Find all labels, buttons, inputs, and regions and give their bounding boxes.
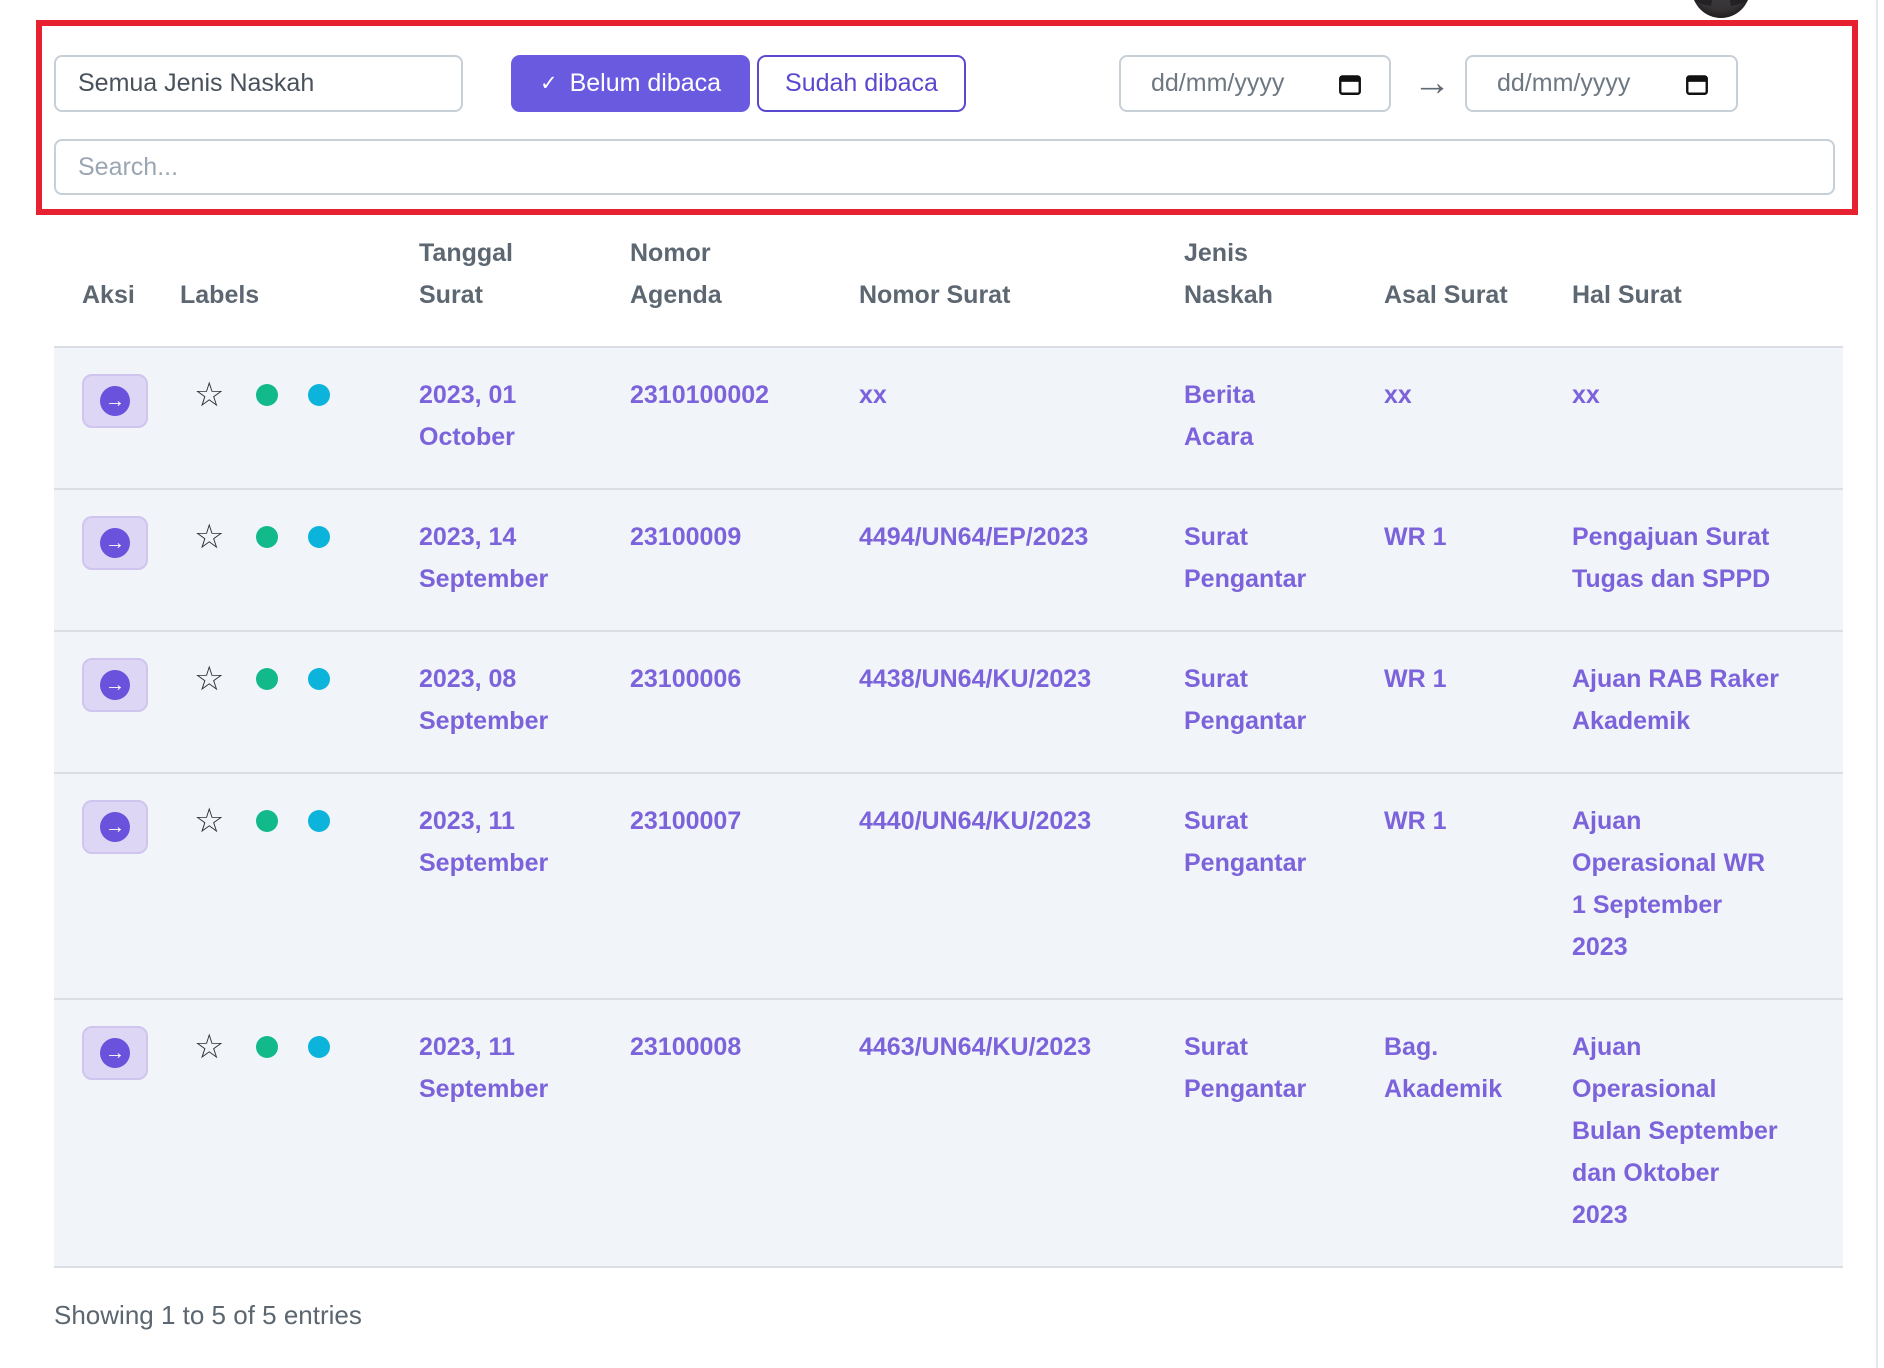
jenis-naskah-selected-value: Semua Jenis Naskah	[78, 69, 314, 98]
nomor-surat-cell: 4463/UN64/KU/2023	[831, 999, 1156, 1267]
nomor-surat-cell: 4438/UN64/KU/2023	[831, 631, 1156, 773]
star-icon[interactable]: ☆	[194, 1030, 224, 1064]
avatar-suit-left	[1692, 0, 1721, 6]
col-header-jenis-naskah: Jenis Naskah	[1156, 215, 1356, 347]
nomor-agenda-cell: 2310100002	[602, 347, 831, 489]
jenis-naskah-select[interactable]: Semua Jenis Naskah	[54, 55, 463, 112]
table-header-row: Aksi Labels Tanggal Surat Nomor Agenda N…	[54, 215, 1843, 347]
asal-surat-cell: Bag. Akademik	[1356, 999, 1544, 1267]
date-to-placeholder: dd/mm/yyyy	[1497, 69, 1630, 98]
col-header-nomor-agenda: Nomor Agenda	[602, 215, 831, 347]
calendar-icon[interactable]	[1337, 71, 1363, 97]
belum-dibaca-button[interactable]: ✓ Belum dibaca	[511, 55, 750, 112]
nomor-surat-cell: 4494/UN64/EP/2023	[831, 489, 1156, 631]
label-dot-cyan-icon	[308, 668, 330, 690]
open-detail-button[interactable]: →	[82, 658, 148, 712]
star-icon[interactable]: ☆	[194, 662, 224, 696]
jenis-naskah-cell: Surat Pengantar	[1156, 631, 1356, 773]
nomor-surat-cell: 4440/UN64/KU/2023	[831, 773, 1156, 999]
open-detail-button[interactable]: →	[82, 374, 148, 428]
label-dot-green-icon	[256, 810, 278, 832]
label-dot-cyan-icon	[308, 1036, 330, 1058]
open-detail-button[interactable]: →	[82, 516, 148, 570]
label-dot-green-icon	[256, 1036, 278, 1058]
inbox-page: Semua Jenis Naskah ✓ Belum dibaca Sudah …	[0, 0, 1884, 1368]
search-input[interactable]	[54, 139, 1835, 195]
hal-surat-cell: Ajuan RAB Raker Akademik	[1544, 631, 1843, 773]
star-icon[interactable]: ☆	[194, 378, 224, 412]
arrow-right-circle-icon: →	[100, 386, 130, 416]
nomor-surat-cell: xx	[831, 347, 1156, 489]
table-row: → ☆ 2023, 14 September 23100009 4494/UN6…	[54, 489, 1843, 631]
arrow-right-circle-icon: →	[100, 812, 130, 842]
check-icon: ✓	[540, 73, 558, 94]
table-row: → ☆ 2023, 11 September 23100007 4440/UN6…	[54, 773, 1843, 999]
date-from-input[interactable]: dd/mm/yyyy	[1119, 55, 1391, 112]
label-dot-cyan-icon	[308, 384, 330, 406]
tanggal-surat-cell: 2023, 14 September	[391, 489, 602, 631]
label-dot-green-icon	[256, 384, 278, 406]
col-header-asal-surat: Asal Surat	[1356, 215, 1544, 347]
arrow-right-circle-icon: →	[100, 1038, 130, 1068]
col-header-labels: Labels	[152, 215, 391, 347]
nomor-agenda-cell: 23100008	[602, 999, 831, 1267]
user-avatar[interactable]	[1692, 0, 1750, 18]
hal-surat-cell: Ajuan Operasional WR 1 September 2023	[1544, 773, 1843, 999]
belum-dibaca-label: Belum dibaca	[570, 69, 721, 98]
asal-surat-cell: WR 1	[1356, 631, 1544, 773]
col-header-tanggal-surat: Tanggal Surat	[391, 215, 602, 347]
hal-surat-cell: Ajuan Operasional Bulan September dan Ok…	[1544, 999, 1843, 1267]
label-dot-green-icon	[256, 668, 278, 690]
sudah-dibaca-label: Sudah dibaca	[785, 69, 938, 98]
open-detail-button[interactable]: →	[82, 1026, 148, 1080]
entries-summary: Showing 1 to 5 of 5 entries	[54, 1300, 362, 1331]
col-header-aksi: Aksi	[54, 215, 152, 347]
page-edge-scrollbar[interactable]	[1876, 0, 1878, 1368]
table-row: → ☆ 2023, 01 October 2310100002 xx Berit…	[54, 347, 1843, 489]
asal-surat-cell: WR 1	[1356, 773, 1544, 999]
arrow-right-icon: →	[1399, 55, 1465, 112]
open-detail-button[interactable]: →	[82, 800, 148, 854]
calendar-icon[interactable]	[1684, 71, 1710, 97]
sudah-dibaca-button[interactable]: Sudah dibaca	[757, 55, 966, 112]
hal-surat-cell: xx	[1544, 347, 1843, 489]
arrow-right-circle-icon: →	[100, 670, 130, 700]
date-from-placeholder: dd/mm/yyyy	[1151, 69, 1284, 98]
nomor-agenda-cell: 23100007	[602, 773, 831, 999]
avatar-suit-right	[1721, 0, 1750, 6]
star-icon[interactable]: ☆	[194, 804, 224, 838]
table-row: → ☆ 2023, 11 September 23100008 4463/UN6…	[54, 999, 1843, 1267]
tanggal-surat-cell: 2023, 01 October	[391, 347, 602, 489]
col-header-nomor-surat: Nomor Surat	[831, 215, 1156, 347]
tanggal-surat-cell: 2023, 11 September	[391, 999, 602, 1267]
arrow-right-circle-icon: →	[100, 528, 130, 558]
label-dot-green-icon	[256, 526, 278, 548]
asal-surat-cell: WR 1	[1356, 489, 1544, 631]
label-dot-cyan-icon	[308, 810, 330, 832]
col-header-hal-surat: Hal Surat	[1544, 215, 1843, 347]
star-icon[interactable]: ☆	[194, 520, 224, 554]
tanggal-surat-cell: 2023, 08 September	[391, 631, 602, 773]
date-to-input[interactable]: dd/mm/yyyy	[1465, 55, 1738, 112]
jenis-naskah-cell: Surat Pengantar	[1156, 489, 1356, 631]
label-dot-cyan-icon	[308, 526, 330, 548]
nomor-agenda-cell: 23100009	[602, 489, 831, 631]
jenis-naskah-cell: Berita Acara	[1156, 347, 1356, 489]
asal-surat-cell: xx	[1356, 347, 1544, 489]
table-row: → ☆ 2023, 08 September 23100006 4438/UN6…	[54, 631, 1843, 773]
tanggal-surat-cell: 2023, 11 September	[391, 773, 602, 999]
naskah-table: Aksi Labels Tanggal Surat Nomor Agenda N…	[54, 215, 1843, 1268]
hal-surat-cell: Pengajuan Surat Tugas dan SPPD	[1544, 489, 1843, 631]
jenis-naskah-cell: Surat Pengantar	[1156, 773, 1356, 999]
jenis-naskah-cell: Surat Pengantar	[1156, 999, 1356, 1267]
nomor-agenda-cell: 23100006	[602, 631, 831, 773]
